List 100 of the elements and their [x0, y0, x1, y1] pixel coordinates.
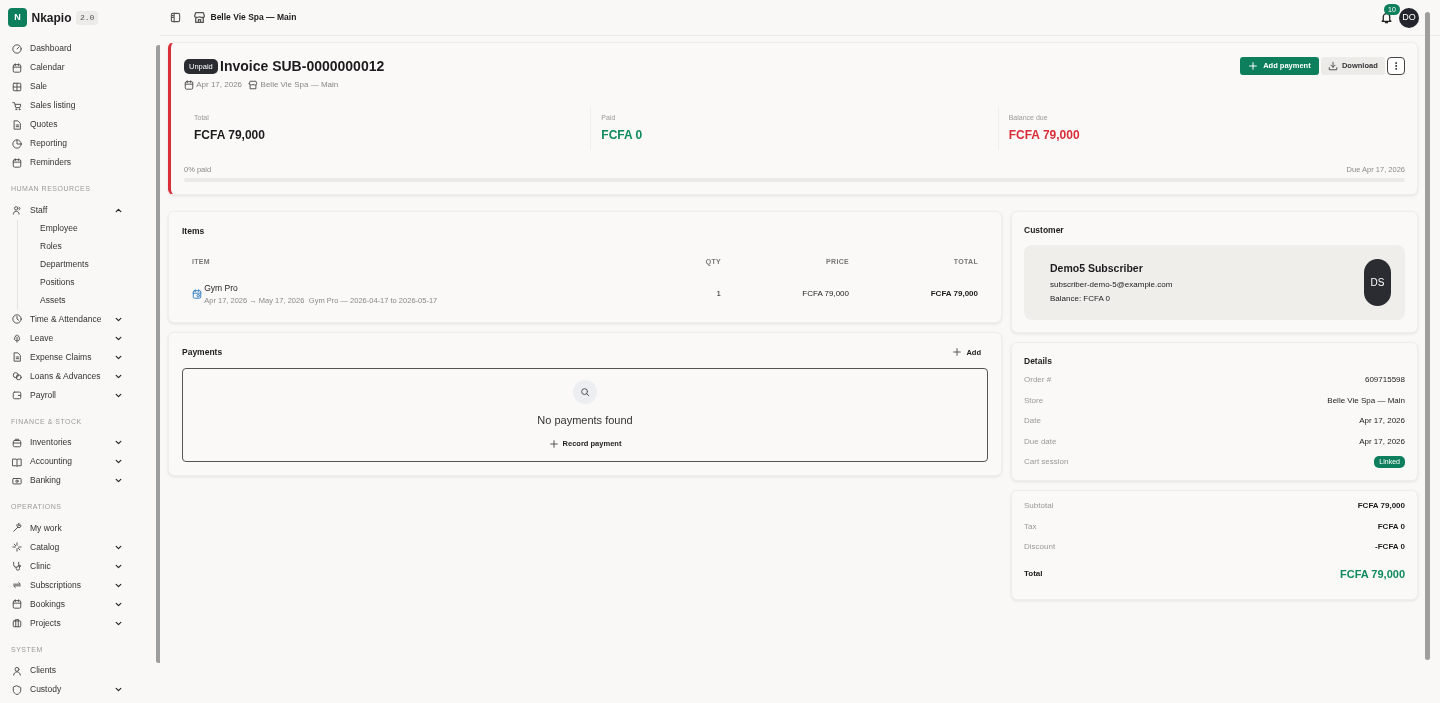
store-name[interactable]: Belle Vie Spa — Main	[210, 11, 297, 24]
briefcase-icon	[12, 618, 22, 628]
repeat-icon	[12, 580, 22, 590]
customer-avatar: DS	[1364, 259, 1391, 307]
sparkle-icon	[12, 542, 22, 552]
sidebar-subitem[interactable]: Roles	[40, 237, 160, 256]
sidebar-toggle-icon[interactable]	[170, 12, 181, 23]
people-icon	[12, 205, 22, 215]
customer-balance: Balance: FCFA 0	[1050, 292, 1112, 305]
total-value: -FCFA 0	[1375, 541, 1405, 554]
sidebar-item[interactable]: Staff	[8, 200, 122, 220]
detail-label: Store	[1024, 394, 1044, 407]
summary-value: FCFA 79,000	[194, 127, 266, 144]
table-cell-text: 1	[715, 287, 721, 300]
sidebar-item[interactable]: Projects	[8, 613, 122, 633]
calendar-icon	[184, 80, 194, 91]
sidebar-item[interactable]: Time & Attendance	[8, 309, 122, 329]
sidebar-item[interactable]: Clinic	[8, 556, 122, 576]
sidebar-item[interactable]: Accounting	[8, 452, 122, 471]
sidebar-item[interactable]: Catalog	[8, 537, 122, 557]
sidebar-item[interactable]: Clients	[8, 661, 122, 680]
sidebar-item[interactable]: Dashboard	[8, 39, 122, 58]
sidebar-item[interactable]: Sales listing	[8, 96, 122, 115]
more-options-button[interactable]	[1387, 57, 1405, 75]
stethoscope-icon	[12, 561, 22, 571]
gauge-icon	[12, 43, 22, 54]
shield-icon	[12, 684, 22, 695]
sidebar-item[interactable]: Leave	[8, 328, 122, 348]
sidebar-item[interactable]: Quotes	[8, 115, 122, 134]
book-icon	[12, 456, 22, 467]
app-logo: N	[8, 8, 27, 27]
sidebar-subitem[interactable]: Positions	[40, 273, 160, 292]
total-label: Tax	[1024, 520, 1037, 533]
plus-icon	[1248, 61, 1259, 71]
calendar-icon	[12, 62, 22, 73]
person-icon	[12, 665, 22, 676]
sidebar-item[interactable]: Payroll	[8, 385, 122, 405]
scrollbar-thumb[interactable]	[1425, 12, 1430, 660]
detail-value: Apr 17, 2026	[1359, 415, 1405, 428]
sidebar-item[interactable]: Reporting	[8, 134, 122, 153]
card-title: Customer	[1024, 223, 1065, 237]
wrench-icon	[12, 523, 22, 533]
item-name: Gym Pro	[204, 281, 239, 295]
store-icon	[193, 11, 206, 24]
sidebar-item[interactable]: Subscriptions	[8, 575, 122, 595]
pie-chart-icon	[12, 138, 22, 149]
download-icon	[1327, 61, 1338, 71]
sidebar-item[interactable]: Custody	[8, 680, 122, 699]
document-icon	[12, 352, 22, 362]
detail-value: Belle Vie Spa — Main	[1327, 394, 1405, 407]
grid-icon	[12, 81, 22, 92]
wallet-icon	[12, 390, 22, 400]
total-value: FCFA 0	[1377, 520, 1405, 533]
detail-value: 609715598	[1364, 374, 1405, 387]
detail-label: Order #	[1024, 374, 1052, 387]
detail-label: Date	[1024, 415, 1041, 428]
detail-value: Apr 17, 2026	[1359, 435, 1405, 448]
total-label: Subtotal	[1024, 500, 1054, 513]
sidebar-item[interactable]: Bookings	[8, 594, 122, 614]
card-title: Details	[1024, 355, 1053, 368]
detail-label: Cart session	[1024, 456, 1069, 468]
invoice-date: Apr 17, 2026	[196, 79, 243, 92]
version-tag: 2.0	[76, 10, 99, 25]
plus-icon	[952, 347, 963, 358]
search-icon	[573, 379, 597, 404]
card-title: Items	[182, 224, 206, 238]
calendar-icon	[12, 599, 22, 609]
coins-icon	[12, 371, 22, 381]
sidebar-item[interactable]: Loans & Advances	[8, 366, 122, 386]
cart-icon	[12, 100, 22, 111]
invoice-store: Belle Vie Spa — Main	[260, 79, 339, 92]
sidebar-item[interactable]: Calendar	[8, 58, 122, 77]
store-icon	[248, 80, 259, 91]
document-icon	[12, 119, 22, 130]
sidebar-item[interactable]: Reminders	[8, 153, 122, 172]
table-cell-text: FCFA 79,000	[929, 287, 978, 300]
invoice-title: Invoice SUB-0000000012	[220, 57, 385, 76]
sidebar-subitem[interactable]: Employee	[40, 219, 160, 238]
total-label: Total	[1024, 568, 1043, 581]
app-name: Nkapio	[31, 9, 72, 27]
summary-value: FCFA 0	[601, 127, 644, 144]
detail-label: Due date	[1024, 435, 1057, 448]
box-icon	[12, 437, 22, 448]
card-title: Payments	[182, 345, 223, 359]
bell-icon	[1380, 11, 1393, 24]
sidebar-item[interactable]: My work	[8, 518, 122, 538]
user-avatar[interactable]: DO	[1399, 7, 1419, 28]
sidebar-item[interactable]: Inventories	[8, 433, 122, 452]
empty-message: No payments found	[537, 412, 633, 428]
sidebar-subitem[interactable]: Departments	[40, 255, 160, 274]
sidebar-item[interactable]: Expense Claims	[8, 347, 122, 367]
sidebar-item[interactable]: Banking	[8, 471, 122, 490]
sidebar-subitem[interactable]: Assets	[40, 291, 160, 310]
plant-icon	[12, 333, 22, 343]
sidebar-item[interactable]: Sale	[8, 77, 122, 96]
total-value: FCFA 79,000	[1340, 567, 1405, 583]
plus-icon	[548, 438, 559, 449]
customer-name: Demo5 Subscriber	[1050, 260, 1144, 276]
clock-icon	[12, 314, 22, 324]
scrollbar-thumb[interactable]	[156, 45, 160, 663]
